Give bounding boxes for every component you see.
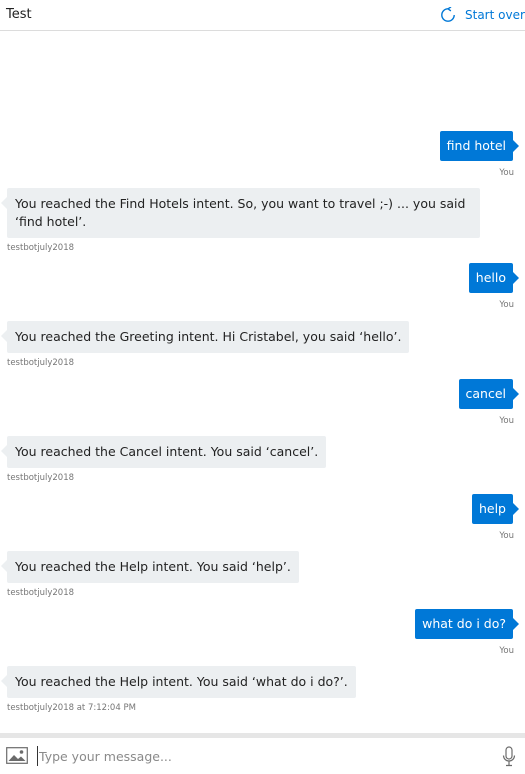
- message-sender: testbotjuly2018: [7, 473, 75, 483]
- message-text: hello: [475, 270, 506, 285]
- message-sender: testbotjuly2018 at 7:12:04 PM: [7, 703, 136, 713]
- message-sender: testbotjuly2018: [7, 243, 75, 253]
- start-over-button[interactable]: Start over: [440, 6, 525, 24]
- message-text: You reached the Help intent. You said ‘h…: [15, 559, 291, 574]
- message-sender: testbotjuly2018: [7, 358, 75, 368]
- chat-title: Test: [6, 7, 32, 22]
- message-text: find hotel: [446, 138, 506, 153]
- message-text: You reached the Cancel intent. You said …: [15, 444, 319, 459]
- message-sender: You: [499, 300, 514, 310]
- refresh-icon: [441, 7, 455, 22]
- bot-message: You reached the Help intent. You said ‘w…: [1, 666, 356, 698]
- message-sender: You: [499, 646, 514, 656]
- start-over-label: Start over: [465, 8, 525, 22]
- message-text: help: [478, 501, 506, 516]
- message-list: find hotel You You reached the Find Hote…: [0, 31, 525, 731]
- message-text: You reached the Greeting intent. Hi Cris…: [15, 329, 402, 344]
- message-text: You reached the Help intent. You said ‘w…: [15, 674, 348, 689]
- bot-message: You reached the Greeting intent. Hi Cris…: [0, 321, 410, 353]
- message-text: cancel: [465, 386, 507, 401]
- user-message: what do i do?: [415, 609, 519, 639]
- user-message: help: [471, 494, 520, 524]
- header-bar: Test Start over: [0, 0, 525, 31]
- user-message: find hotel: [439, 131, 520, 161]
- message-sender: You: [499, 531, 514, 541]
- microphone-icon[interactable]: [502, 746, 516, 768]
- message-input[interactable]: [37, 746, 479, 766]
- user-message: cancel: [458, 379, 519, 409]
- message-sender: You: [499, 168, 514, 178]
- bot-message: You reached the Cancel intent. You said …: [0, 436, 327, 468]
- message-sender: You: [499, 416, 514, 426]
- image-icon[interactable]: [6, 747, 28, 764]
- message-text: what do i do?: [422, 616, 506, 631]
- message-sender: testbotjuly2018: [7, 588, 75, 598]
- user-message: hello: [468, 263, 520, 293]
- bot-message: You reached the Find Hotels intent. So, …: [1, 188, 480, 238]
- composer-bar: [0, 733, 525, 774]
- bot-message: You reached the Help intent. You said ‘h…: [1, 551, 299, 583]
- message-text: You reached the Find Hotels intent. So, …: [15, 196, 466, 229]
